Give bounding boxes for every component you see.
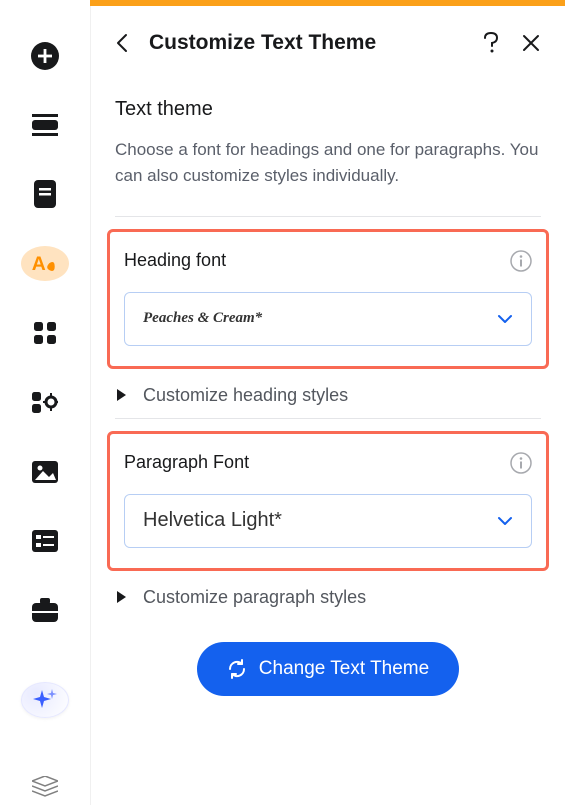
cta-label: Change Text Theme [259, 658, 429, 680]
divider [115, 216, 541, 217]
divider [115, 418, 541, 419]
back-button[interactable] [109, 30, 135, 56]
add-button[interactable] [21, 38, 69, 73]
paragraph-font-select[interactable]: Helvetica Light* [124, 494, 532, 548]
sidebar-item-media[interactable] [21, 454, 69, 489]
expand-paragraph-label: Customize paragraph styles [143, 587, 366, 608]
briefcase-icon [32, 598, 58, 622]
plus-circle-icon [30, 41, 60, 71]
paragraph-info-button[interactable] [510, 452, 532, 474]
svg-text:A: A [32, 253, 46, 275]
help-button[interactable] [481, 33, 501, 53]
sidebar-item-business[interactable] [21, 593, 69, 628]
sidebar-item-theme[interactable]: A [21, 246, 69, 281]
paragraph-font-value: Helvetica Light* [143, 509, 282, 532]
expand-heading-styles[interactable]: Customize heading styles [115, 385, 541, 406]
layers-icon [32, 776, 58, 798]
triangle-right-icon [115, 590, 127, 604]
paragraph-font-label: Paragraph Font [124, 452, 249, 473]
paragraph-font-block: Paragraph Font Helvetica Light* [107, 431, 549, 571]
close-icon [522, 34, 540, 52]
section-title: Text theme [115, 98, 541, 121]
expand-heading-label: Customize heading styles [143, 385, 348, 406]
ai-assistant-button[interactable] [21, 682, 69, 718]
info-icon [510, 250, 532, 272]
heading-info-button[interactable] [510, 250, 532, 272]
sidebar-item-page[interactable] [21, 177, 69, 212]
sidebar-item-forms[interactable] [21, 523, 69, 558]
change-text-theme-button[interactable]: Change Text Theme [197, 642, 459, 696]
panel: Customize Text Theme Text theme Choose a… [90, 6, 565, 805]
sidebar-item-section[interactable] [21, 107, 69, 142]
heading-font-block: Heading font Peaches & Cream* [107, 229, 549, 369]
heading-font-value: Peaches & Cream* [143, 310, 262, 327]
image-icon [32, 461, 58, 483]
sparkle-icon [32, 687, 58, 713]
panel-title: Customize Text Theme [149, 31, 481, 55]
triangle-right-icon [115, 388, 127, 402]
sidebar: A [0, 6, 90, 805]
close-button[interactable] [521, 33, 541, 53]
settings-icon [32, 390, 58, 414]
form-icon [32, 530, 58, 552]
chevron-down-icon [497, 516, 513, 526]
info-icon [510, 452, 532, 474]
heading-font-label: Heading font [124, 250, 226, 271]
expand-paragraph-styles[interactable]: Customize paragraph styles [115, 587, 541, 608]
panel-header: Customize Text Theme [91, 6, 565, 74]
heading-font-select[interactable]: Peaches & Cream* [124, 292, 532, 346]
theme-icon: A [30, 250, 60, 278]
refresh-icon [227, 659, 247, 679]
sidebar-item-settings[interactable] [21, 385, 69, 420]
sidebar-item-apps[interactable] [21, 315, 69, 350]
chevron-down-icon [497, 314, 513, 324]
sidebar-item-layers[interactable] [21, 770, 69, 805]
section-icon [32, 114, 58, 136]
page-icon [34, 180, 56, 208]
section-description: Choose a font for headings and one for p… [115, 137, 541, 190]
chevron-left-icon [116, 33, 128, 53]
grid-icon [34, 322, 56, 344]
question-icon [484, 32, 498, 54]
